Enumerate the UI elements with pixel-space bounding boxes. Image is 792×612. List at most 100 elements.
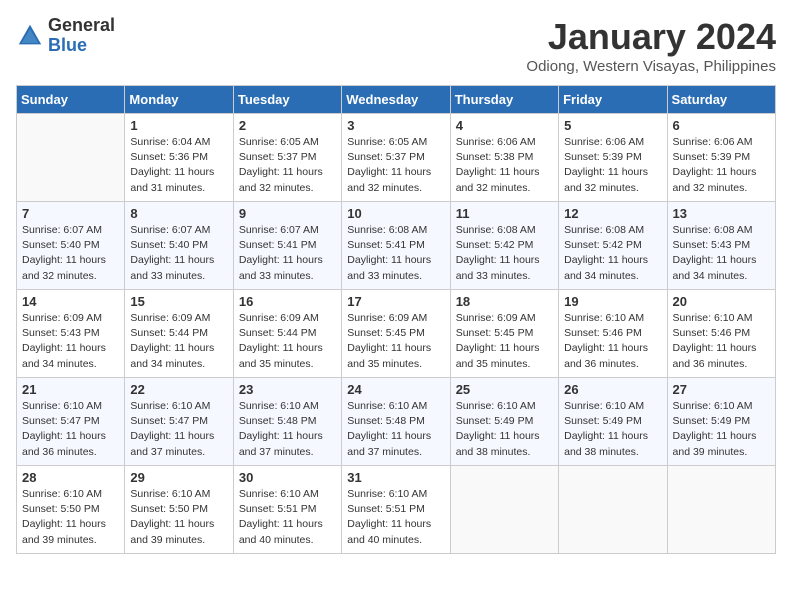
calendar-cell: 20 Sunrise: 6:10 AM Sunset: 5:46 PM Dayli… xyxy=(667,290,775,378)
day-number: 18 xyxy=(456,294,553,309)
calendar-cell: 19 Sunrise: 6:10 AM Sunset: 5:46 PM Dayli… xyxy=(559,290,667,378)
day-number: 20 xyxy=(673,294,770,309)
day-number: 26 xyxy=(564,382,661,397)
calendar-cell: 18 Sunrise: 6:09 AM Sunset: 5:45 PM Dayli… xyxy=(450,290,558,378)
calendar-cell: 17 Sunrise: 6:09 AM Sunset: 5:45 PM Dayli… xyxy=(342,290,450,378)
calendar-cell: 26 Sunrise: 6:10 AM Sunset: 5:49 PM Dayli… xyxy=(559,378,667,466)
calendar-cell: 12 Sunrise: 6:08 AM Sunset: 5:42 PM Dayli… xyxy=(559,202,667,290)
day-info: Sunrise: 6:10 AM Sunset: 5:46 PM Dayligh… xyxy=(564,311,661,372)
day-info: Sunrise: 6:10 AM Sunset: 5:49 PM Dayligh… xyxy=(456,399,553,460)
day-info: Sunrise: 6:08 AM Sunset: 5:42 PM Dayligh… xyxy=(564,223,661,284)
calendar-cell: 15Sunrise: 6:09 AM Sunset: 5:44 PM Dayli… xyxy=(125,290,233,378)
calendar-cell: 14 Sunrise: 6:09 AM Sunset: 5:43 PM Dayli… xyxy=(17,290,125,378)
calendar-cell: 25 Sunrise: 6:10 AM Sunset: 5:49 PM Dayli… xyxy=(450,378,558,466)
calendar-cell: 6 Sunrise: 6:06 AM Sunset: 5:39 PM Daylig… xyxy=(667,114,775,202)
day-number: 8 xyxy=(130,206,227,221)
day-number: 21 xyxy=(22,382,119,397)
day-info: Sunrise: 6:10 AM Sunset: 5:46 PM Dayligh… xyxy=(673,311,770,372)
day-info: Sunrise: 6:09 AM Sunset: 5:43 PM Dayligh… xyxy=(22,311,119,372)
day-info: Sunrise: 6:06 AM Sunset: 5:38 PM Dayligh… xyxy=(456,135,553,196)
day-info: Sunrise: 6:07 AM Sunset: 5:40 PM Dayligh… xyxy=(130,223,227,284)
calendar-cell: 3 Sunrise: 6:05 AM Sunset: 5:37 PM Daylig… xyxy=(342,114,450,202)
day-number: 27 xyxy=(673,382,770,397)
calendar-table: SundayMondayTuesdayWednesdayThursdayFrid… xyxy=(16,85,776,554)
calendar-cell: 7Sunrise: 6:07 AM Sunset: 5:40 PM Daylig… xyxy=(17,202,125,290)
day-number: 31 xyxy=(347,470,444,485)
col-header-saturday: Saturday xyxy=(667,86,775,114)
col-header-thursday: Thursday xyxy=(450,86,558,114)
logo-general-text: General xyxy=(48,16,115,36)
calendar-cell xyxy=(17,114,125,202)
calendar-cell: 11 Sunrise: 6:08 AM Sunset: 5:42 PM Dayli… xyxy=(450,202,558,290)
day-number: 25 xyxy=(456,382,553,397)
calendar-cell: 22 Sunrise: 6:10 AM Sunset: 5:47 PM Dayli… xyxy=(125,378,233,466)
day-number: 6 xyxy=(673,118,770,133)
day-number: 9 xyxy=(239,206,336,221)
calendar-cell: 29 Sunrise: 6:10 AM Sunset: 5:50 PM Dayli… xyxy=(125,466,233,554)
day-info: Sunrise: 6:09 AM Sunset: 5:45 PM Dayligh… xyxy=(347,311,444,372)
day-info: Sunrise: 6:09 AM Sunset: 5:44 PM Dayligh… xyxy=(239,311,336,372)
day-number: 7 xyxy=(22,206,119,221)
day-number: 13 xyxy=(673,206,770,221)
day-number: 12 xyxy=(564,206,661,221)
calendar-cell: 24 Sunrise: 6:10 AM Sunset: 5:48 PM Dayli… xyxy=(342,378,450,466)
calendar-cell: 2Sunrise: 6:05 AM Sunset: 5:37 PM Daylig… xyxy=(233,114,341,202)
day-info: Sunrise: 6:10 AM Sunset: 5:47 PM Dayligh… xyxy=(22,399,119,460)
day-number: 14 xyxy=(22,294,119,309)
calendar-cell: 23 Sunrise: 6:10 AM Sunset: 5:48 PM Dayli… xyxy=(233,378,341,466)
calendar-header-row: SundayMondayTuesdayWednesdayThursdayFrid… xyxy=(17,86,776,114)
calendar-week-row: 14 Sunrise: 6:09 AM Sunset: 5:43 PM Dayli… xyxy=(17,290,776,378)
col-header-sunday: Sunday xyxy=(17,86,125,114)
calendar-cell: 28 Sunrise: 6:10 AM Sunset: 5:50 PM Dayli… xyxy=(17,466,125,554)
day-info: Sunrise: 6:10 AM Sunset: 5:50 PM Dayligh… xyxy=(130,487,227,548)
day-info: Sunrise: 6:05 AM Sunset: 5:37 PM Dayligh… xyxy=(347,135,444,196)
day-number: 22 xyxy=(130,382,227,397)
day-number: 3 xyxy=(347,118,444,133)
calendar-cell: 9Sunrise: 6:07 AM Sunset: 5:41 PM Daylig… xyxy=(233,202,341,290)
day-number: 1 xyxy=(130,118,227,133)
calendar-cell xyxy=(559,466,667,554)
calendar-cell: 21 Sunrise: 6:10 AM Sunset: 5:47 PM Dayli… xyxy=(17,378,125,466)
logo-blue-text: Blue xyxy=(48,36,115,56)
day-info: Sunrise: 6:10 AM Sunset: 5:49 PM Dayligh… xyxy=(673,399,770,460)
day-number: 30 xyxy=(239,470,336,485)
day-info: Sunrise: 6:10 AM Sunset: 5:49 PM Dayligh… xyxy=(564,399,661,460)
day-info: Sunrise: 6:08 AM Sunset: 5:42 PM Dayligh… xyxy=(456,223,553,284)
day-number: 11 xyxy=(456,206,553,221)
day-info: Sunrise: 6:09 AM Sunset: 5:45 PM Dayligh… xyxy=(456,311,553,372)
calendar-cell: 8 Sunrise: 6:07 AM Sunset: 5:40 PM Daylig… xyxy=(125,202,233,290)
calendar-cell: 30Sunrise: 6:10 AM Sunset: 5:51 PM Dayli… xyxy=(233,466,341,554)
day-number: 17 xyxy=(347,294,444,309)
col-header-wednesday: Wednesday xyxy=(342,86,450,114)
calendar-week-row: 21 Sunrise: 6:10 AM Sunset: 5:47 PM Dayli… xyxy=(17,378,776,466)
day-number: 2 xyxy=(239,118,336,133)
day-info: Sunrise: 6:09 AM Sunset: 5:44 PM Dayligh… xyxy=(130,311,227,372)
day-info: Sunrise: 6:10 AM Sunset: 5:48 PM Dayligh… xyxy=(239,399,336,460)
day-number: 23 xyxy=(239,382,336,397)
calendar-cell: 1Sunrise: 6:04 AM Sunset: 5:36 PM Daylig… xyxy=(125,114,233,202)
location-title: Odiong, Western Visayas, Philippines xyxy=(526,58,776,75)
day-number: 16 xyxy=(239,294,336,309)
day-info: Sunrise: 6:10 AM Sunset: 5:47 PM Dayligh… xyxy=(130,399,227,460)
day-number: 28 xyxy=(22,470,119,485)
day-info: Sunrise: 6:10 AM Sunset: 5:50 PM Dayligh… xyxy=(22,487,119,548)
calendar-week-row: 7 Sunrise: 6:07 AM Sunset: 5:40 PM Daylig… xyxy=(17,202,776,290)
day-info: Sunrise: 6:10 AM Sunset: 5:48 PM Dayligh… xyxy=(347,399,444,460)
calendar-cell: 16 Sunrise: 6:09 AM Sunset: 5:44 PM Dayli… xyxy=(233,290,341,378)
day-info: Sunrise: 6:08 AM Sunset: 5:43 PM Dayligh… xyxy=(673,223,770,284)
day-number: 5 xyxy=(564,118,661,133)
calendar-cell: 31Sunrise: 6:10 AM Sunset: 5:51 PM Dayli… xyxy=(342,466,450,554)
day-info: Sunrise: 6:06 AM Sunset: 5:39 PM Dayligh… xyxy=(564,135,661,196)
day-number: 10 xyxy=(347,206,444,221)
calendar-week-row: 28 Sunrise: 6:10 AM Sunset: 5:50 PM Dayli… xyxy=(17,466,776,554)
day-number: 24 xyxy=(347,382,444,397)
title-block: January 2024 Odiong, Western Visayas, Ph… xyxy=(526,16,776,75)
logo: General Blue xyxy=(16,16,115,56)
calendar-cell: 13 Sunrise: 6:08 AM Sunset: 5:43 PM Dayli… xyxy=(667,202,775,290)
day-number: 29 xyxy=(130,470,227,485)
col-header-monday: Monday xyxy=(125,86,233,114)
day-number: 19 xyxy=(564,294,661,309)
day-info: Sunrise: 6:06 AM Sunset: 5:39 PM Dayligh… xyxy=(673,135,770,196)
col-header-friday: Friday xyxy=(559,86,667,114)
calendar-cell: 27 Sunrise: 6:10 AM Sunset: 5:49 PM Dayli… xyxy=(667,378,775,466)
